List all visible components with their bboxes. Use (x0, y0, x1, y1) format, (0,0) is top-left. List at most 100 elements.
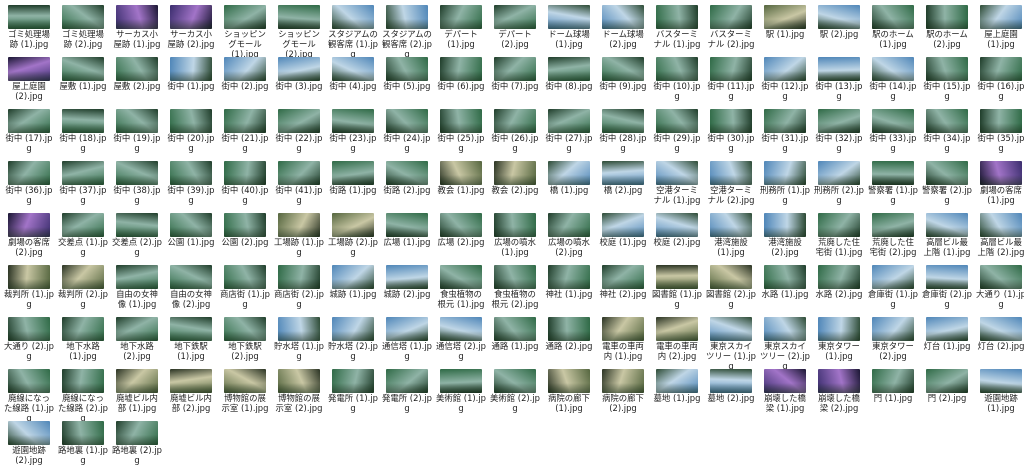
file-item[interactable]: 地下水路 (2).jpg (112, 315, 162, 367)
file-item[interactable]: 商店街 (1).jpg (220, 263, 270, 315)
file-item[interactable]: 橋 (2).jpg (598, 159, 648, 211)
file-item[interactable]: 城跡 (2).jpg (382, 263, 432, 315)
file-item[interactable]: 警察署 (2).jpg (922, 159, 972, 211)
file-item[interactable]: 屋敷 (1).jpg (58, 55, 108, 107)
file-item[interactable]: 街中 (36).jpg (4, 159, 54, 211)
file-item[interactable]: 東京スカイツリー (1).jpg (706, 315, 756, 371)
file-item[interactable]: 貯水塔 (2).jpg (328, 315, 378, 367)
file-item[interactable]: デパート (2).jpg (490, 3, 540, 55)
file-item[interactable]: 街中 (6).jpg (436, 55, 486, 107)
file-item[interactable]: 自由の女神像 (1).jpg (112, 263, 162, 315)
file-item[interactable]: 空港ターミナル (1).jpg (652, 159, 702, 211)
file-item[interactable]: 通路 (1).jpg (490, 315, 540, 367)
file-item[interactable]: 街中 (27).jpg (544, 107, 594, 159)
file-item[interactable]: 病院の廊下 (1).jpg (544, 367, 594, 419)
file-item[interactable]: 広場の噴水 (2).jpg (544, 211, 594, 263)
file-item[interactable]: 図書館 (1).jpg (652, 263, 702, 315)
file-item[interactable]: 街中 (26).jpg (490, 107, 540, 159)
file-item[interactable]: 通信塔 (2).jpg (436, 315, 486, 367)
file-item[interactable]: 廃線になった線路 (1).jpg (4, 367, 54, 423)
file-item[interactable]: 街中 (33).jpg (868, 107, 918, 159)
file-item[interactable]: 工場跡 (2).jpg (328, 211, 378, 263)
file-item[interactable]: 街中 (32).jpg (814, 107, 864, 159)
file-item[interactable]: デパート (1).jpg (436, 3, 486, 55)
file-item[interactable]: 美術館 (2).jpg (490, 367, 540, 419)
file-item[interactable]: 公園 (1).jpg (166, 211, 216, 263)
file-item[interactable]: 倉庫街 (1).jpg (868, 263, 918, 315)
file-item[interactable]: 自由の女神像 (2).jpg (166, 263, 216, 315)
file-item[interactable]: 橋 (1).jpg (544, 159, 594, 211)
file-item[interactable]: 屋上庭園 (1).jpg (976, 3, 1024, 55)
file-item[interactable]: 街中 (3).jpg (274, 55, 324, 107)
file-item[interactable]: 崩壊した橋梁 (2).jpg (814, 367, 864, 419)
file-item[interactable]: 街中 (39).jpg (166, 159, 216, 211)
file-item[interactable]: 街中 (16).jpg (976, 55, 1024, 107)
file-item[interactable]: 電車の車両内 (1).jpg (598, 315, 648, 367)
file-item[interactable]: 駅 (2).jpg (814, 3, 864, 55)
file-item[interactable]: 街中 (25).jpg (436, 107, 486, 159)
file-item[interactable]: 街中 (18).jpg (58, 107, 108, 159)
file-item[interactable]: 街中 (38).jpg (112, 159, 162, 211)
file-item[interactable]: 広場の噴水 (1).jpg (490, 211, 540, 263)
file-item[interactable]: 劇場の客席 (1).jpg (976, 159, 1024, 211)
file-item[interactable]: 商店街 (2).jpg (274, 263, 324, 315)
file-item[interactable]: 街中 (29).jpg (652, 107, 702, 159)
file-item[interactable]: 街中 (40).jpg (220, 159, 270, 211)
file-item[interactable]: 図書館 (2).jpg (706, 263, 756, 315)
file-item[interactable]: 地下鉄駅 (2).jpg (220, 315, 270, 367)
file-item[interactable]: 街中 (12).jpg (760, 55, 810, 107)
file-item[interactable]: 崩壊した橋梁 (1).jpg (760, 367, 810, 419)
file-item[interactable]: 荒廃した住宅街 (1).jpg (814, 211, 864, 263)
file-item[interactable]: 門 (2).jpg (922, 367, 972, 419)
file-item[interactable]: 高層ビル最上階 (2).jpg (976, 211, 1024, 263)
file-item[interactable]: 遊園地跡 (2).jpg (4, 419, 54, 471)
file-item[interactable]: スタジアムの観客席 (2).jpg (382, 3, 432, 59)
file-item[interactable]: 街中 (7).jpg (490, 55, 540, 107)
file-item[interactable]: 駅のホーム (1).jpg (868, 3, 918, 55)
file-item[interactable]: 交差点 (1).jpg (58, 211, 108, 263)
file-item[interactable]: 空港ターミナル (2).jpg (706, 159, 756, 211)
file-item[interactable]: 駅 (1).jpg (760, 3, 810, 55)
file-item[interactable]: 発電所 (1).jpg (328, 367, 378, 419)
file-item[interactable]: 広場 (1).jpg (382, 211, 432, 263)
file-item[interactable]: 廃墟ビル内部 (1).jpg (112, 367, 162, 419)
file-item[interactable]: 門 (1).jpg (868, 367, 918, 419)
file-item[interactable]: 駅のホーム (2).jpg (922, 3, 972, 55)
file-item[interactable]: 墓地 (2).jpg (706, 367, 756, 419)
file-item[interactable]: 街中 (28).jpg (598, 107, 648, 159)
file-item[interactable]: 東京タワー (1).jpg (814, 315, 864, 367)
file-item[interactable]: 広場 (2).jpg (436, 211, 486, 263)
file-item[interactable]: 街中 (14).jpg (868, 55, 918, 107)
file-item[interactable]: 校庭 (1).jpg (598, 211, 648, 263)
file-item[interactable]: 路地裏 (1).jpg (58, 419, 108, 471)
file-item[interactable]: ショッピングモール (2).jpg (274, 3, 324, 59)
file-item[interactable]: 神社 (2).jpg (598, 263, 648, 315)
file-item[interactable]: 東京タワー (2).jpg (868, 315, 918, 367)
file-item[interactable]: ショッピングモール (1).jpg (220, 3, 270, 59)
file-item[interactable]: 地下水路 (1).jpg (58, 315, 108, 367)
file-item[interactable]: 城跡 (1).jpg (328, 263, 378, 315)
file-item[interactable]: 通路 (2).jpg (544, 315, 594, 367)
file-item[interactable]: 街中 (21).jpg (220, 107, 270, 159)
file-item[interactable]: 遊園地跡 (1).jpg (976, 367, 1024, 419)
file-item[interactable]: 博物館の展示室 (1).jpg (220, 367, 270, 419)
file-item[interactable]: ドーム球場 (2).jpg (598, 3, 648, 55)
file-item[interactable]: 東京スカイツリー (2).jpg (760, 315, 810, 371)
file-item[interactable]: ゴミ処理場跡 (1).jpg (4, 3, 54, 55)
file-item[interactable]: 神社 (1).jpg (544, 263, 594, 315)
file-item[interactable]: サーカス小屋跡 (2).jpg (166, 3, 216, 55)
file-item[interactable]: 街中 (4).jpg (328, 55, 378, 107)
file-item[interactable]: 街中 (35).jpg (976, 107, 1024, 159)
file-item[interactable]: 通信塔 (1).jpg (382, 315, 432, 367)
file-item[interactable]: 屋敷 (2).jpg (112, 55, 162, 107)
file-item[interactable]: 高層ビル最上階 (1).jpg (922, 211, 972, 263)
file-item[interactable]: 墓地 (1).jpg (652, 367, 702, 419)
file-item[interactable]: 街中 (30).jpg (706, 107, 756, 159)
file-item[interactable]: 街中 (11).jpg (706, 55, 756, 107)
file-item[interactable]: 灯台 (2).jpg (976, 315, 1024, 367)
file-item[interactable]: 港湾施設 (1).jpg (706, 211, 756, 263)
file-item[interactable]: 街中 (13).jpg (814, 55, 864, 107)
file-item[interactable]: 教会 (2).jpg (490, 159, 540, 211)
file-item[interactable]: 街中 (24).jpg (382, 107, 432, 159)
file-item[interactable]: 廃墟ビル内部 (2).jpg (166, 367, 216, 419)
